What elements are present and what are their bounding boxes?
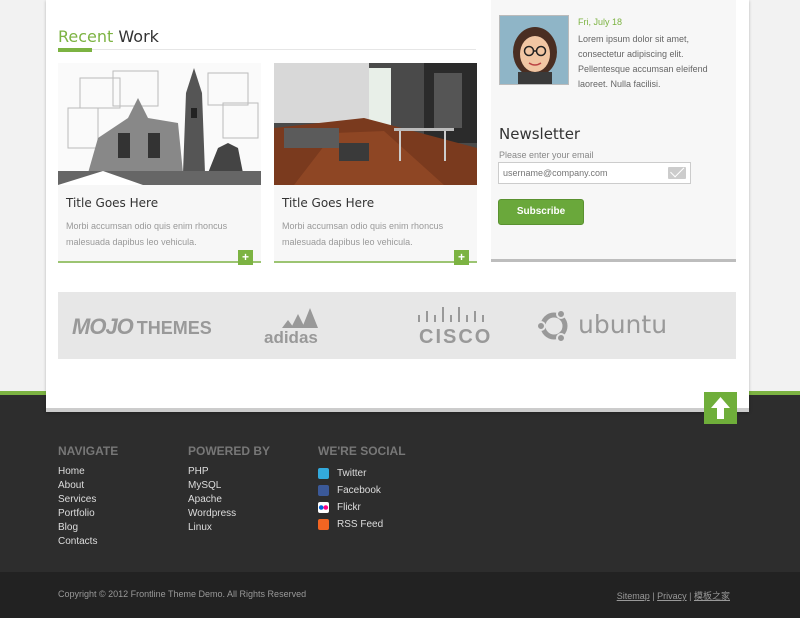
social-link-rss[interactable]: RSS Feed: [318, 516, 406, 533]
subscribe-button[interactable]: Subscribe: [498, 199, 584, 225]
copyright-text: Copyright © 2012 Frontline Theme Demo. A…: [58, 589, 307, 599]
flickr-icon: [318, 502, 329, 513]
recent-work-title-rest: Work: [118, 27, 159, 46]
social-label: RSS Feed: [337, 519, 384, 530]
footer-link-wordpress[interactable]: Wordpress: [188, 507, 270, 521]
footer-powered-by: POWERED BY PHP MySQL Apache Wordpress Li…: [188, 444, 270, 535]
footer-link-services[interactable]: Services: [58, 493, 118, 507]
office-interior-image[interactable]: [274, 63, 477, 185]
sitemap-link[interactable]: Sitemap: [617, 591, 650, 601]
footer-link-mysql[interactable]: MySQL: [188, 479, 270, 493]
avatar: [499, 15, 569, 85]
card-title[interactable]: Title Goes Here: [66, 196, 158, 210]
ubuntu-circle-icon: [536, 309, 568, 343]
footer-link-linux[interactable]: Linux: [188, 521, 270, 535]
footer-heading: POWERED BY: [188, 444, 271, 458]
social-link-flickr[interactable]: Flickr: [318, 499, 406, 516]
rss-icon: [318, 519, 329, 530]
portfolio-card-1[interactable]: Title Goes Here Morbi accumsan odio quis…: [58, 63, 261, 265]
footer-link-blog[interactable]: Blog: [58, 521, 118, 535]
link-separator: |: [689, 591, 692, 601]
social-link-twitter[interactable]: Twitter: [318, 465, 406, 482]
footer-link-about[interactable]: About: [58, 479, 118, 493]
ubuntu-logo[interactable]: ubuntu: [578, 310, 667, 339]
title-divider: [58, 49, 476, 50]
newsletter-title: Newsletter: [499, 125, 581, 143]
bottom-links: Sitemap | Privacy | 模板之家: [617, 589, 730, 602]
recent-work-title: Recent Work: [58, 27, 159, 46]
sidebar: Fri, July 18 Lorem ipsum dolor sit amet,…: [491, 0, 736, 262]
portfolio-card-2[interactable]: Title Goes Here Morbi accumsan odio quis…: [274, 63, 477, 265]
adidas-logo[interactable]: adidas: [264, 328, 318, 348]
partner-logos: MOJO THEMES adidas CISCO ubuntu: [58, 292, 736, 359]
template-home-link[interactable]: 模板之家: [694, 591, 730, 601]
newsletter-label: Please enter your email: [499, 150, 594, 160]
mojo-logo-part: MOJO: [72, 314, 134, 339]
social-label: Flickr: [337, 502, 361, 513]
back-to-top-button[interactable]: [704, 392, 737, 424]
testimonial-text: Lorem ipsum dolor sit amet, consectetur …: [578, 34, 708, 89]
cisco-logo[interactable]: CISCO: [419, 326, 492, 349]
card-title[interactable]: Title Goes Here: [282, 196, 374, 210]
link-separator: |: [652, 591, 655, 601]
email-input[interactable]: [498, 162, 691, 184]
footer-navigate: NAVIGATE Home About Services Portfolio B…: [58, 444, 118, 549]
church-sketch-image[interactable]: [58, 63, 261, 185]
footer-heading: NAVIGATE: [58, 444, 119, 458]
expand-plus-icon[interactable]: +: [238, 250, 253, 265]
card-description: Morbi accumsan odio quis enim rhoncus ma…: [66, 221, 228, 247]
footer-link-portfolio[interactable]: Portfolio: [58, 507, 118, 521]
footer-link-contacts[interactable]: Contacts: [58, 535, 118, 549]
privacy-link[interactable]: Privacy: [657, 591, 687, 601]
social-label: Twitter: [337, 468, 367, 479]
twitter-icon: [318, 468, 329, 479]
testimonial-date: Fri, July 18: [578, 17, 623, 27]
mojo-themes-logo[interactable]: MOJO THEMES: [72, 314, 212, 340]
card-description: Morbi accumsan odio quis enim rhoncus ma…: [282, 221, 444, 247]
recent-work-title-accent: Recent: [58, 27, 114, 46]
arrow-up-icon: [711, 397, 730, 419]
cisco-bars-icon: [418, 307, 484, 322]
themes-logo-part: THEMES: [136, 318, 212, 338]
social-label: Facebook: [337, 485, 381, 496]
footer-link-home[interactable]: Home: [58, 465, 118, 479]
title-divider-accent: [58, 48, 92, 52]
footer-heading: WE'RE SOCIAL: [318, 444, 406, 458]
expand-plus-icon[interactable]: +: [454, 250, 469, 265]
mail-icon: [668, 167, 686, 179]
footer-link-php[interactable]: PHP: [188, 465, 270, 479]
footer-link-apache[interactable]: Apache: [188, 493, 270, 507]
facebook-icon: [318, 485, 329, 496]
adidas-stripes-icon: [282, 308, 318, 328]
footer-social: WE'RE SOCIAL Twitter Facebook Flickr RSS…: [318, 444, 406, 533]
social-link-facebook[interactable]: Facebook: [318, 482, 406, 499]
